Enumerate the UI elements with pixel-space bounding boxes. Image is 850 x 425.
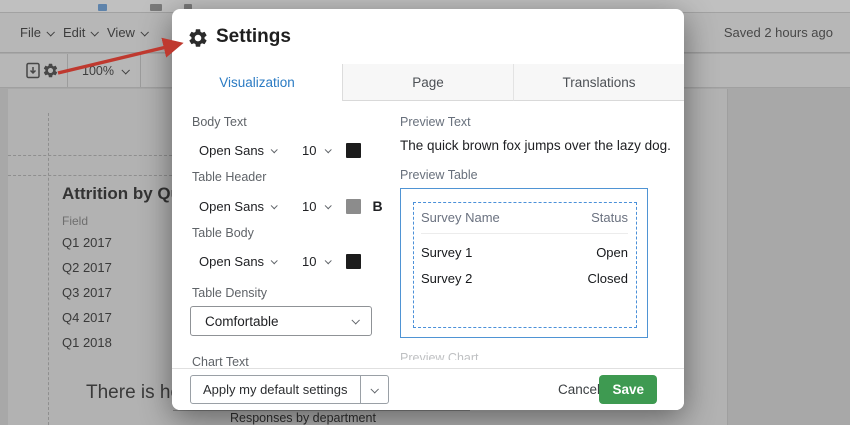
table-row: Q1 2017 xyxy=(62,235,112,250)
tab-translations[interactable]: Translations xyxy=(513,64,684,101)
settings-dialog: Settings Visualization Page Translations… xyxy=(172,9,684,410)
chevron-down-icon xyxy=(91,28,99,36)
table-body-label: Table Body xyxy=(192,226,254,240)
gear-icon xyxy=(42,62,59,79)
preview-col-survey-name: Survey Name xyxy=(421,210,500,225)
chevron-down-icon[interactable] xyxy=(325,257,332,264)
saved-status: Saved 2 hours ago xyxy=(724,13,833,52)
chevron-down-icon xyxy=(351,316,359,324)
preview-col-status: Status xyxy=(591,210,628,225)
settings-gear-button[interactable] xyxy=(42,54,59,87)
background-partial-text: There is ho xyxy=(86,382,181,404)
table-header-size-select[interactable]: 10 xyxy=(302,199,316,214)
preview-cell: Closed xyxy=(588,271,628,286)
preview-table-header-row: Survey Name Status xyxy=(421,210,628,234)
apply-default-settings-button[interactable]: Apply my default settings xyxy=(191,376,360,403)
table-body-font-row: Open Sans 10 xyxy=(199,254,361,269)
table-body-color-swatch[interactable] xyxy=(346,254,361,269)
table-row: Q4 2017 xyxy=(62,310,112,325)
dialog-footer: Apply my default settings Cancel Save xyxy=(172,368,684,410)
layout-guide-horizontal xyxy=(8,155,172,156)
toolbar-divider xyxy=(140,54,141,87)
header-remnant-mark xyxy=(98,4,107,11)
tab-page[interactable]: Page xyxy=(343,64,513,101)
background-table-column-header: Field xyxy=(62,214,88,228)
menu-view[interactable]: View xyxy=(107,13,147,52)
background-widget-title: Attrition by Qu xyxy=(62,184,181,204)
preview-text-label: Preview Text xyxy=(400,115,471,129)
chevron-down-icon xyxy=(370,385,378,393)
chevron-down-icon[interactable] xyxy=(271,257,278,264)
chevron-down-icon xyxy=(140,28,148,36)
cancel-button[interactable]: Cancel xyxy=(558,369,600,410)
preview-cell: Open xyxy=(596,245,628,260)
settings-gear-icon xyxy=(187,27,209,54)
chevron-down-icon xyxy=(121,66,129,74)
chart-text-label: Chart Text xyxy=(192,355,249,369)
menu-edit[interactable]: Edit xyxy=(63,13,97,52)
preview-chart-label-clipped: Preview Chart xyxy=(400,351,479,360)
table-density-value: Comfortable xyxy=(205,314,279,329)
table-header-label: Table Header xyxy=(192,170,266,184)
preview-cell: Survey 1 xyxy=(421,245,472,260)
table-density-select[interactable]: Comfortable xyxy=(190,306,372,336)
chevron-down-icon[interactable] xyxy=(271,202,278,209)
preview-table-row: Survey 1 Open xyxy=(421,245,628,260)
menu-file-label: File xyxy=(20,25,41,40)
dialog-title: Settings xyxy=(216,26,291,48)
toolbar-divider xyxy=(67,54,68,87)
zoom-level-value: 100% xyxy=(82,64,114,78)
chevron-down-icon[interactable] xyxy=(325,202,332,209)
apply-default-settings-dropdown[interactable] xyxy=(360,376,388,403)
body-text-size-select[interactable]: 10 xyxy=(302,143,316,158)
background-chart-caption: Responses by department xyxy=(230,411,376,425)
preview-cell: Survey 2 xyxy=(421,271,472,286)
apply-default-settings-split-button: Apply my default settings xyxy=(190,375,389,404)
document-download-icon xyxy=(25,62,41,79)
preview-table-row: Survey 2 Closed xyxy=(421,271,628,286)
settings-tabbar: Visualization Page Translations xyxy=(172,64,684,101)
table-density-label: Table Density xyxy=(192,286,267,300)
bold-toggle[interactable]: B xyxy=(372,198,382,214)
menu-view-label: View xyxy=(107,25,135,40)
screen: File Edit View Saved 2 hours ago 100% xyxy=(0,0,850,425)
layout-guide-horizontal xyxy=(8,175,172,176)
preview-table: Survey Name Status Survey 1 Open Survey … xyxy=(400,188,648,338)
table-row: Q2 2017 xyxy=(62,260,112,275)
table-header-font-select[interactable]: Open Sans xyxy=(199,199,271,214)
chevron-down-icon[interactable] xyxy=(271,146,278,153)
export-document-button[interactable] xyxy=(25,54,41,87)
preview-table-label: Preview Table xyxy=(400,168,478,182)
body-text-color-swatch[interactable] xyxy=(346,143,361,158)
save-button[interactable]: Save xyxy=(599,375,657,404)
chevron-down-icon xyxy=(46,28,54,36)
table-header-font-row: Open Sans 10 B xyxy=(199,198,383,214)
tab-visualization[interactable]: Visualization xyxy=(172,64,343,101)
chevron-down-icon[interactable] xyxy=(325,146,332,153)
table-header-color-swatch[interactable] xyxy=(346,199,361,214)
preview-table-inner: Survey Name Status Survey 1 Open Survey … xyxy=(413,202,637,328)
menu-file[interactable]: File xyxy=(20,13,53,52)
table-row: Q3 2017 xyxy=(62,285,112,300)
header-remnant-mark xyxy=(150,4,162,11)
body-text-font-select[interactable]: Open Sans xyxy=(199,143,271,158)
layout-guide-vertical xyxy=(48,113,49,425)
table-body-font-select[interactable]: Open Sans xyxy=(199,254,271,269)
preview-sample-sentence: The quick brown fox jumps over the lazy … xyxy=(400,138,671,153)
table-row: Q1 2018 xyxy=(62,335,112,350)
zoom-level-control[interactable]: 100% xyxy=(82,54,128,87)
body-text-font-row: Open Sans 10 xyxy=(199,143,361,158)
menu-edit-label: Edit xyxy=(63,25,85,40)
body-text-label: Body Text xyxy=(192,115,247,129)
table-body-size-select[interactable]: 10 xyxy=(302,254,316,269)
